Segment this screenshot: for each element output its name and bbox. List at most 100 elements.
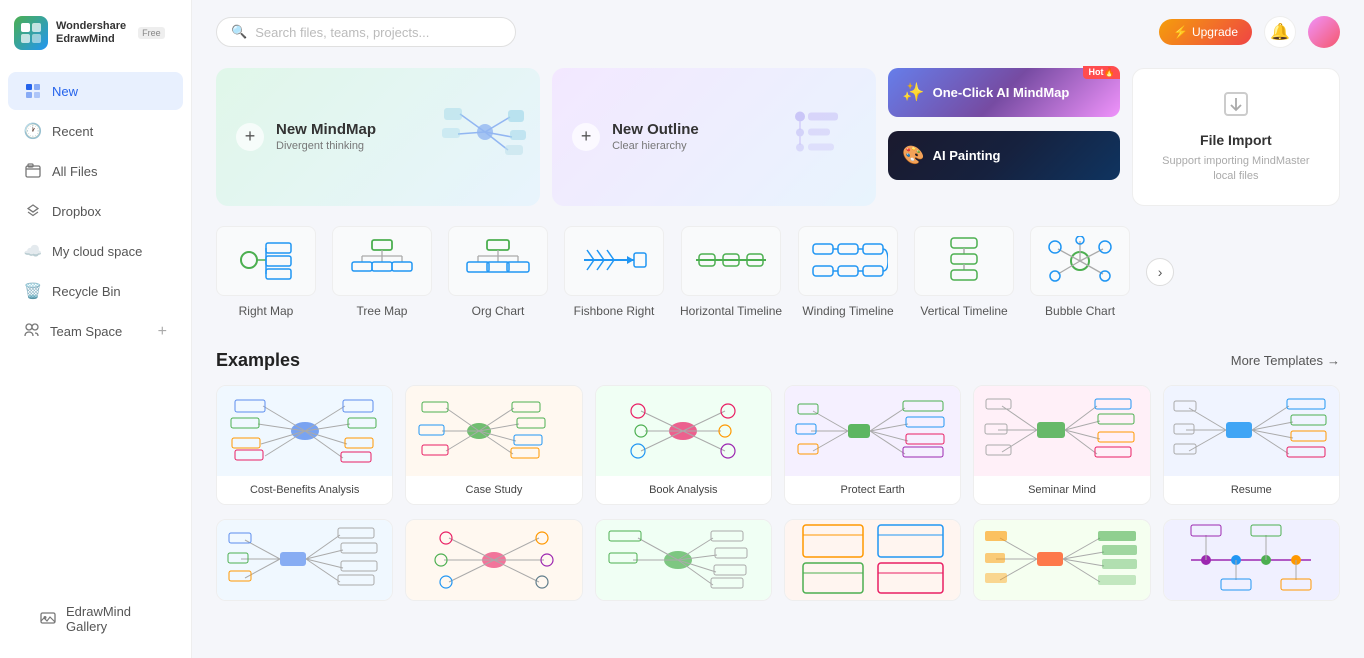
ex2-5-thumb: [974, 520, 1149, 600]
search-icon: 🔍: [231, 24, 247, 40]
example-protect-earth[interactable]: Protect Earth: [784, 385, 961, 505]
create-cards-row: + New MindMap Divergent thinking: [216, 68, 1340, 206]
template-org-chart[interactable]: Org Chart: [448, 226, 548, 318]
outline-illustration: [786, 104, 866, 169]
allfiles-icon: [24, 162, 42, 180]
file-import-card[interactable]: File Import Support importing MindMaster…: [1132, 68, 1340, 206]
upgrade-button[interactable]: ⚡ Upgrade: [1159, 19, 1252, 45]
sidebar-item-mycloud[interactable]: ☁️ My cloud space: [8, 232, 183, 270]
outline-subtitle: Clear hierarchy: [612, 140, 699, 152]
template-tree-map[interactable]: Tree Map: [332, 226, 432, 318]
book-analysis-thumb: [596, 386, 771, 476]
ex2-4-thumb: [785, 520, 960, 600]
example-row2-6[interactable]: [1163, 519, 1340, 601]
ex2-2-thumb: [406, 520, 581, 600]
ai-mindmap-button[interactable]: ✨ One-Click AI MindMap Hot🔥: [888, 68, 1120, 117]
teamspace-label: Team Space: [50, 324, 122, 339]
ai-painting-button[interactable]: 🎨 AI Painting: [888, 131, 1120, 180]
example-case-study[interactable]: Case Study: [405, 385, 582, 505]
sidebar-nav: New 🕐 Recent All Files Dropbox ☁️ My clo…: [0, 66, 191, 580]
sidebar-mycloud-label: My cloud space: [52, 244, 142, 259]
cloud-icon: ☁️: [24, 242, 42, 260]
resume-thumb: [1164, 386, 1339, 476]
examples-header: Examples More Templates →: [216, 350, 1340, 371]
example-row2-5[interactable]: [973, 519, 1150, 601]
sidebar-item-teamspace[interactable]: Team Space +: [8, 312, 183, 351]
example-row2-4[interactable]: [784, 519, 961, 601]
mindmap-subtitle: Divergent thinking: [276, 140, 376, 152]
templates-row: Right Map Tree Map: [216, 226, 1340, 326]
bubble-chart-label: Bubble Chart: [1045, 304, 1115, 318]
example-resume[interactable]: Resume: [1163, 385, 1340, 505]
gallery-label: EdrawMind Gallery: [66, 604, 151, 634]
user-avatar[interactable]: [1308, 16, 1340, 48]
sidebar: Wondershare EdrawMind Free New 🕐 Recent …: [0, 0, 192, 658]
sidebar-dropbox-label: Dropbox: [52, 204, 101, 219]
more-templates-link[interactable]: More Templates →: [1231, 353, 1340, 368]
seminar-mind-label: Seminar Mind: [974, 476, 1149, 504]
template-bubble-chart[interactable]: Bubble Chart: [1030, 226, 1130, 318]
sidebar-recycle-label: Recycle Bin: [52, 284, 121, 299]
outline-plus-icon: +: [572, 123, 600, 151]
winding-timeline-icon: [798, 226, 898, 296]
sidebar-item-new[interactable]: New: [8, 72, 183, 110]
example-book-analysis[interactable]: Book Analysis: [595, 385, 772, 505]
example-cost-benefits[interactable]: Cost-Benefits Analysis: [216, 385, 393, 505]
resume-label: Resume: [1164, 476, 1339, 504]
template-right-map[interactable]: Right Map: [216, 226, 316, 318]
org-chart-icon: [448, 226, 548, 296]
add-teamspace-icon[interactable]: +: [158, 323, 167, 341]
template-horizontal-timeline[interactable]: Horizontal Timeline: [680, 226, 782, 318]
ai-painting-label: AI Painting: [933, 148, 1001, 163]
template-vertical-timeline[interactable]: Vertical Timeline: [914, 226, 1014, 318]
sidebar-item-recent[interactable]: 🕐 Recent: [8, 112, 183, 150]
tree-map-icon: [332, 226, 432, 296]
cost-benefits-thumb: [217, 386, 392, 476]
ex2-1-thumb: [217, 520, 392, 600]
search-placeholder: Search files, teams, projects...: [255, 25, 429, 40]
mindmap-plus-icon: +: [236, 123, 264, 151]
notification-button[interactable]: 🔔: [1264, 16, 1296, 48]
new-icon: [24, 82, 42, 100]
example-seminar-mind[interactable]: Seminar Mind: [973, 385, 1150, 505]
examples-row1: Cost-Benefits Analysis: [216, 385, 1340, 505]
top-bar: 🔍 Search files, teams, projects... ⚡ Upg…: [216, 16, 1340, 48]
example-row2-1[interactable]: [216, 519, 393, 601]
case-study-thumb: [406, 386, 581, 476]
seminar-mind-thumb: [974, 386, 1149, 476]
example-row2-3[interactable]: [595, 519, 772, 601]
protect-earth-thumb: [785, 386, 960, 476]
template-fishbone[interactable]: Fishbone Right: [564, 226, 664, 318]
ex2-6-thumb: [1164, 520, 1339, 600]
example-row2-2[interactable]: [405, 519, 582, 601]
scroll-right-arrow[interactable]: ›: [1146, 258, 1174, 286]
mindmap-illustration: [440, 102, 530, 172]
sidebar-recent-label: Recent: [52, 124, 93, 139]
search-box[interactable]: 🔍 Search files, teams, projects...: [216, 17, 516, 47]
right-map-label: Right Map: [239, 304, 294, 318]
logo[interactable]: Wondershare EdrawMind Free: [0, 0, 191, 66]
examples-row2: [216, 519, 1340, 601]
sidebar-item-allfiles[interactable]: All Files: [8, 152, 183, 190]
book-analysis-label: Book Analysis: [596, 476, 771, 504]
template-winding-timeline[interactable]: Winding Timeline: [798, 226, 898, 318]
file-import-icon: [1221, 89, 1251, 126]
sidebar-footer: EdrawMind Gallery: [0, 580, 191, 658]
top-right: ⚡ Upgrade 🔔: [1159, 16, 1340, 48]
gallery-icon: [40, 610, 56, 629]
sidebar-item-gallery[interactable]: EdrawMind Gallery: [24, 594, 167, 644]
recycle-icon: 🗑️: [24, 282, 42, 300]
file-import-title: File Import: [1200, 132, 1272, 148]
main-content: 🔍 Search files, teams, projects... ⚡ Upg…: [192, 0, 1364, 658]
vertical-timeline-label: Vertical Timeline: [920, 304, 1007, 318]
fishbone-icon: [564, 226, 664, 296]
hot-badge: Hot🔥: [1083, 66, 1119, 79]
new-mindmap-card[interactable]: + New MindMap Divergent thinking: [216, 68, 540, 206]
sidebar-item-dropbox[interactable]: Dropbox: [8, 192, 183, 230]
org-chart-label: Org Chart: [472, 304, 525, 318]
right-map-icon: [216, 226, 316, 296]
new-outline-card[interactable]: + New Outline Clear hierarchy: [552, 68, 876, 206]
bubble-chart-icon: [1030, 226, 1130, 296]
tree-map-label: Tree Map: [357, 304, 408, 318]
sidebar-item-recycle[interactable]: 🗑️ Recycle Bin: [8, 272, 183, 310]
